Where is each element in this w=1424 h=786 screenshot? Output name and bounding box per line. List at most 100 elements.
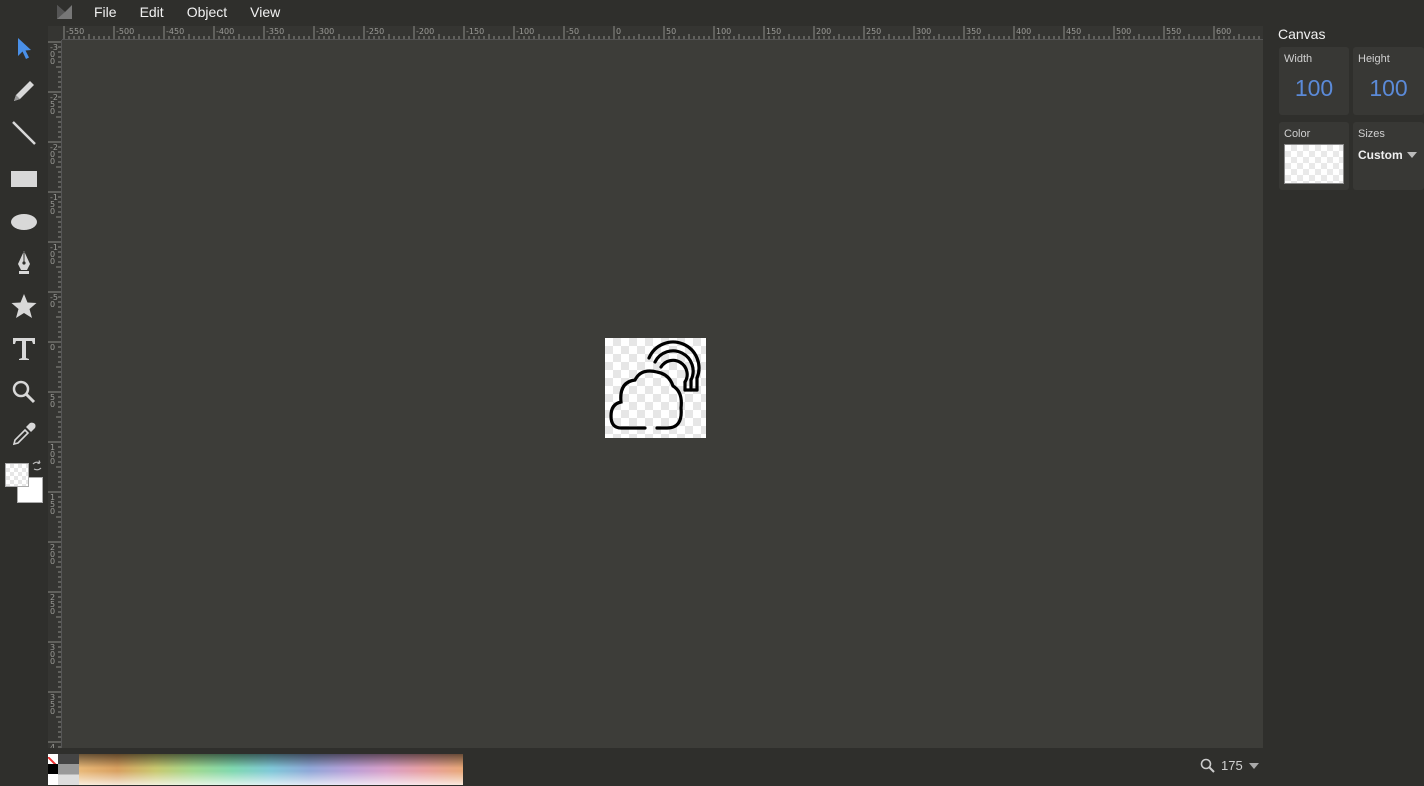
ruler-label: -550: [66, 27, 85, 36]
ruler-label: -300: [316, 27, 335, 36]
ruler-label: 100: [50, 443, 56, 466]
pencil-tool[interactable]: [8, 75, 40, 107]
canvas-color-swatch[interactable]: [1284, 144, 1344, 184]
ruler-label: -50: [566, 27, 580, 36]
canvas-height-field[interactable]: Height 100: [1353, 47, 1424, 115]
ruler-label: -300: [50, 43, 58, 66]
ruler-corner: [48, 26, 62, 40]
ruler-label: 0: [50, 343, 56, 352]
eyedropper-tool[interactable]: [8, 418, 40, 450]
ruler-label: 100: [716, 27, 732, 36]
menu-edit[interactable]: Edit: [140, 4, 164, 20]
rectangle-tool[interactable]: [8, 163, 40, 195]
chevron-down-icon: [1248, 762, 1259, 769]
ruler-label: -250: [366, 27, 385, 36]
pencil-icon: [14, 81, 34, 101]
menu-object[interactable]: Object: [187, 4, 227, 20]
ruler-label: -150: [466, 27, 485, 36]
ruler-label: -500: [116, 27, 135, 36]
rectangle-icon: [11, 171, 37, 187]
ruler-label: 350: [50, 693, 56, 716]
palette-color-swatches[interactable]: [79, 754, 463, 785]
ruler-label: 550: [1166, 27, 1182, 36]
ruler-label: 150: [766, 27, 782, 36]
swap-colors-icon[interactable]: [31, 459, 43, 477]
ruler-label: -200: [50, 143, 58, 166]
canvas-sizes-field[interactable]: Sizes Custom: [1353, 122, 1424, 190]
color-label: Color: [1284, 128, 1311, 140]
line-icon: [12, 121, 36, 145]
ruler-vertical[interactable]: -300 -250 -200 -150 -100 -50 0 50 100 150 200 250 30…: [48, 40, 62, 748]
eyedropper-icon: [12, 422, 36, 446]
ruler-label: -200: [416, 27, 435, 36]
app-logo-icon[interactable]: [56, 3, 78, 21]
star-icon: [11, 294, 37, 318]
canvas-width-field[interactable]: Width 100: [1279, 47, 1349, 115]
fill-color-swatch[interactable]: [5, 463, 29, 487]
magnifier-icon: [1200, 758, 1215, 773]
sizes-dropdown[interactable]: Custom: [1358, 148, 1417, 162]
ellipse-tool[interactable]: [8, 206, 40, 238]
tool-bar: [0, 26, 48, 786]
ruler-label: 450: [1066, 27, 1082, 36]
ruler-label: 50: [50, 393, 56, 409]
star-tool[interactable]: [8, 290, 40, 322]
height-value[interactable]: 100: [1353, 75, 1424, 102]
menu-view[interactable]: View: [250, 4, 280, 20]
ruler-label: 600: [1216, 27, 1232, 36]
ruler-label: 350: [966, 27, 982, 36]
canvas-color-field[interactable]: Color: [1279, 122, 1349, 190]
canvas-properties-panel: Canvas Width 100 Height 100 Color Sizes …: [1270, 24, 1424, 786]
ruler-label: -100: [50, 243, 58, 266]
ruler-label: 400: [50, 743, 56, 749]
line-tool[interactable]: [8, 117, 40, 149]
sizes-value: Custom: [1358, 148, 1403, 162]
magnifier-icon: [12, 380, 36, 404]
text-tool[interactable]: [8, 333, 40, 365]
ruler-label: 250: [50, 593, 56, 616]
ruler-label: -450: [166, 27, 185, 36]
width-value[interactable]: 100: [1279, 75, 1349, 102]
pen-nib-icon: [18, 251, 30, 274]
menu-bar: File Edit Object View: [0, 0, 1424, 24]
ruler-label: -350: [266, 27, 285, 36]
ruler-label: -250: [50, 93, 58, 116]
select-tool[interactable]: [8, 32, 40, 64]
ruler-label: -400: [216, 27, 235, 36]
menu-file[interactable]: File: [94, 4, 117, 20]
cloud-rainbow-drawing[interactable]: [605, 338, 706, 438]
pen-tool[interactable]: [8, 247, 40, 279]
ruler-label: 300: [50, 643, 56, 666]
ruler-label: 150: [50, 493, 56, 516]
text-t-icon: [13, 338, 35, 360]
ruler-horizontal[interactable]: -550 -500 -450 -400 -350 -300 -250 -200 -150 -100…: [62, 26, 1263, 40]
ruler-label: 50: [666, 27, 677, 36]
sizes-label: Sizes: [1358, 128, 1385, 140]
ruler-label: -100: [516, 27, 535, 36]
panel-title: Canvas: [1278, 26, 1326, 42]
width-label: Width: [1284, 53, 1313, 65]
zoom-control[interactable]: 175: [1200, 758, 1259, 773]
ruler-label: 200: [50, 543, 56, 566]
ruler-label: -50: [50, 293, 58, 309]
ruler-label: 250: [866, 27, 882, 36]
ruler-label: 400: [1016, 27, 1032, 36]
ruler-label: 500: [1116, 27, 1132, 36]
palette-none-swatch[interactable]: [48, 754, 58, 764]
ruler-label: 0: [616, 27, 622, 36]
pointer-arrow-icon: [18, 38, 31, 59]
palette-gray-swatches[interactable]: [58, 754, 79, 785]
chevron-down-icon: [1406, 152, 1417, 158]
canvas-workarea[interactable]: [62, 40, 1263, 748]
palette-black-swatch[interactable]: [48, 764, 58, 774]
ruler-label: 300: [916, 27, 932, 36]
ruler-label: 200: [816, 27, 832, 36]
height-label: Height: [1358, 53, 1390, 65]
svg-document-canvas[interactable]: [605, 338, 706, 438]
zoom-value[interactable]: 175: [1221, 758, 1243, 773]
zoom-tool[interactable]: [8, 376, 40, 408]
palette-white-swatch[interactable]: [48, 774, 58, 785]
ruler-label: -150: [50, 193, 58, 216]
color-palette[interactable]: [48, 754, 463, 785]
ellipse-icon: [11, 214, 37, 230]
